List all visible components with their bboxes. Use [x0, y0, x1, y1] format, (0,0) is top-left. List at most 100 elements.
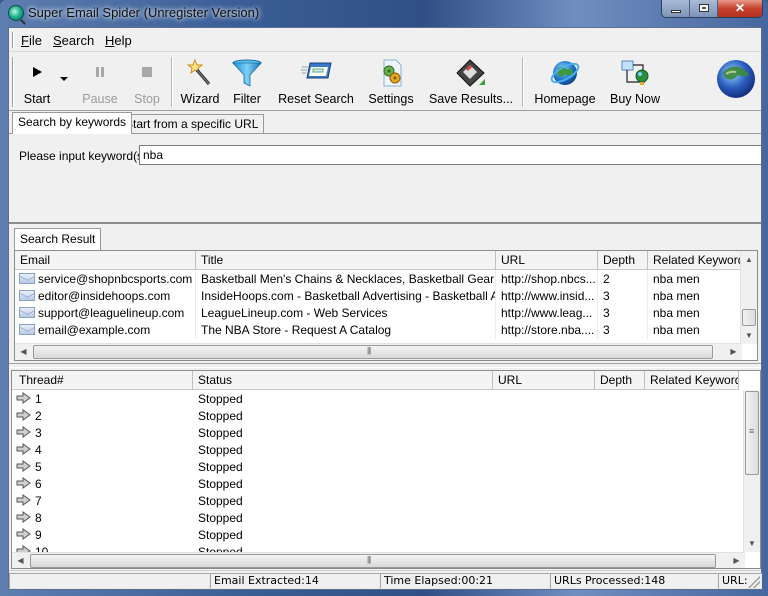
- grip-lines-icon: |||: [367, 555, 371, 564]
- threads-vscroll-thumb[interactable]: ≡: [745, 391, 759, 475]
- result-tabs: Search Result: [9, 228, 761, 250]
- thread-status: Stopped: [198, 477, 243, 491]
- menu-file-accel: F: [21, 33, 29, 48]
- result-depth: 3: [598, 305, 648, 322]
- thread-row[interactable]: 6 Stopped: [12, 476, 493, 493]
- thread-row[interactable]: 9 Stopped: [12, 527, 493, 544]
- thread-row[interactable]: 1 Stopped: [12, 391, 493, 408]
- thread-number-text: 4: [35, 443, 42, 457]
- col-email[interactable]: Email: [15, 251, 196, 270]
- thread-status: Stopped: [198, 409, 243, 423]
- threads-hscroll-thumb[interactable]: |||: [30, 554, 716, 568]
- toolbar-grip[interactable]: [12, 57, 14, 107]
- scroll-down-arrow-icon[interactable]: ▼: [744, 535, 760, 552]
- window-controls: ✕: [661, 0, 763, 18]
- pane-splitter[interactable]: [9, 363, 761, 368]
- tab-search-result[interactable]: Search Result: [14, 228, 102, 250]
- scroll-right-arrow-icon[interactable]: ▶: [725, 344, 742, 360]
- menu-help[interactable]: Help: [105, 33, 132, 48]
- globe-logo-icon: [717, 60, 755, 98]
- scroll-left-arrow-icon[interactable]: ◀: [12, 553, 29, 568]
- scroll-left-arrow-icon[interactable]: ◀: [15, 344, 32, 360]
- settings-label: Settings: [368, 92, 414, 106]
- status-bar: Email Extracted:14 Time Elapsed:00:21 UR…: [9, 570, 762, 589]
- settings-button[interactable]: Settings: [365, 53, 417, 111]
- result-row[interactable]: service@shopnbcsports.com Basketball Men…: [15, 271, 742, 288]
- funnel-icon: [232, 59, 262, 87]
- stop-button[interactable]: Stop: [127, 53, 167, 111]
- reset-search-button[interactable]: Reset Search: [273, 53, 359, 111]
- col-url[interactable]: URL: [493, 371, 595, 390]
- threads-list[interactable]: Thread# Status URL Depth Related Keyword…: [11, 370, 761, 569]
- col-url[interactable]: URL: [496, 251, 598, 270]
- col-depth[interactable]: Depth: [595, 371, 645, 390]
- results-hscroll-thumb[interactable]: |||: [33, 345, 713, 359]
- minimize-button[interactable]: [662, 0, 690, 17]
- menu-search-accel: S: [53, 33, 62, 48]
- result-row[interactable]: support@leaguelineup.com LeagueLineup.co…: [15, 305, 742, 322]
- results-vscroll-thumb[interactable]: [742, 309, 756, 326]
- results-list[interactable]: Email Title URL Depth Related Keyword se…: [14, 250, 758, 361]
- maximize-button[interactable]: [690, 0, 718, 17]
- tab-search-by-keywords[interactable]: Search by keywords: [12, 112, 133, 134]
- col-related-keyword[interactable]: Related Keyword: [648, 251, 742, 270]
- tab-search-by-keywords-label: Search by keywords: [18, 115, 127, 129]
- threads-vertical-scrollbar[interactable]: ▲ ≡ ▼: [743, 390, 760, 552]
- start-button[interactable]: Start: [17, 53, 57, 111]
- thread-arrow-icon: [16, 460, 31, 472]
- col-status[interactable]: Status: [193, 371, 493, 390]
- play-icon: [33, 67, 42, 77]
- save-results-button[interactable]: Save Results...: [425, 53, 517, 111]
- thread-number: 5: [12, 459, 193, 476]
- thread-arrow-icon: [16, 511, 31, 523]
- result-email-text: support@leaguelineup.com: [38, 306, 185, 320]
- thread-number-text: 7: [35, 494, 42, 508]
- resize-grip[interactable]: [748, 576, 760, 588]
- title-bar[interactable]: Super Email Spider (Unregister Version) …: [0, 0, 768, 26]
- col-related-keyword[interactable]: Related Keyword: [645, 371, 739, 390]
- thread-row[interactable]: 3 Stopped: [12, 425, 493, 442]
- col-depth[interactable]: Depth: [598, 251, 648, 270]
- col-title[interactable]: Title: [196, 251, 496, 270]
- thread-number: 9: [12, 527, 193, 544]
- thread-row[interactable]: 5 Stopped: [12, 459, 493, 476]
- menu-file[interactable]: File: [21, 33, 42, 48]
- thread-row[interactable]: 8 Stopped: [12, 510, 493, 527]
- scroll-down-arrow-icon[interactable]: ▼: [741, 327, 757, 344]
- reset-search-label: Reset Search: [278, 92, 354, 106]
- wizard-label: Wizard: [180, 92, 220, 106]
- col-thread-number[interactable]: Thread#: [12, 371, 193, 390]
- keyword-input[interactable]: [139, 145, 761, 165]
- result-keyword: nba men: [648, 271, 742, 288]
- close-icon: ✕: [734, 1, 746, 15]
- scroll-right-arrow-icon[interactable]: ▶: [728, 553, 745, 568]
- result-row[interactable]: email@example.com The NBA Store - Reques…: [15, 322, 742, 339]
- result-email-text: service@shopnbcsports.com: [38, 272, 193, 286]
- maximize-icon: [699, 4, 709, 12]
- status-panel-blank: [9, 573, 210, 589]
- close-button[interactable]: ✕: [718, 0, 762, 17]
- filter-button[interactable]: Filter: [227, 53, 267, 111]
- menu-search[interactable]: Search: [53, 33, 94, 48]
- pause-button[interactable]: Pause: [77, 53, 123, 111]
- tab-start-from-url[interactable]: Start from a specific URL: [119, 114, 265, 134]
- result-keyword: nba men: [648, 305, 742, 322]
- thread-status: Stopped: [198, 511, 243, 525]
- thread-row[interactable]: 7 Stopped: [12, 493, 493, 510]
- thread-row[interactable]: 4 Stopped: [12, 442, 493, 459]
- buy-now-button[interactable]: Buy Now: [605, 53, 665, 111]
- threads-horizontal-scrollbar[interactable]: ◀ ||| ▶: [12, 552, 745, 568]
- scroll-up-arrow-icon[interactable]: ▲: [741, 251, 757, 268]
- homepage-button[interactable]: Homepage: [529, 53, 601, 111]
- wizard-button[interactable]: Wizard: [177, 53, 223, 111]
- thread-status: Stopped: [198, 426, 243, 440]
- result-row[interactable]: editor@insidehoops.com InsideHoops.com -…: [15, 288, 742, 305]
- status-urls-processed: URLs Processed:148: [550, 573, 718, 589]
- search-mode-tabs: Search by keywords Start from a specific…: [9, 112, 761, 134]
- thread-row[interactable]: 2 Stopped: [12, 408, 493, 425]
- thread-arrow-icon: [16, 392, 31, 404]
- results-vertical-scrollbar[interactable]: ▲ ▼: [740, 251, 757, 344]
- results-horizontal-scrollbar[interactable]: ◀ ||| ▶: [15, 343, 742, 360]
- start-dropdown-button[interactable]: [57, 53, 71, 111]
- menu-grip[interactable]: [12, 32, 14, 48]
